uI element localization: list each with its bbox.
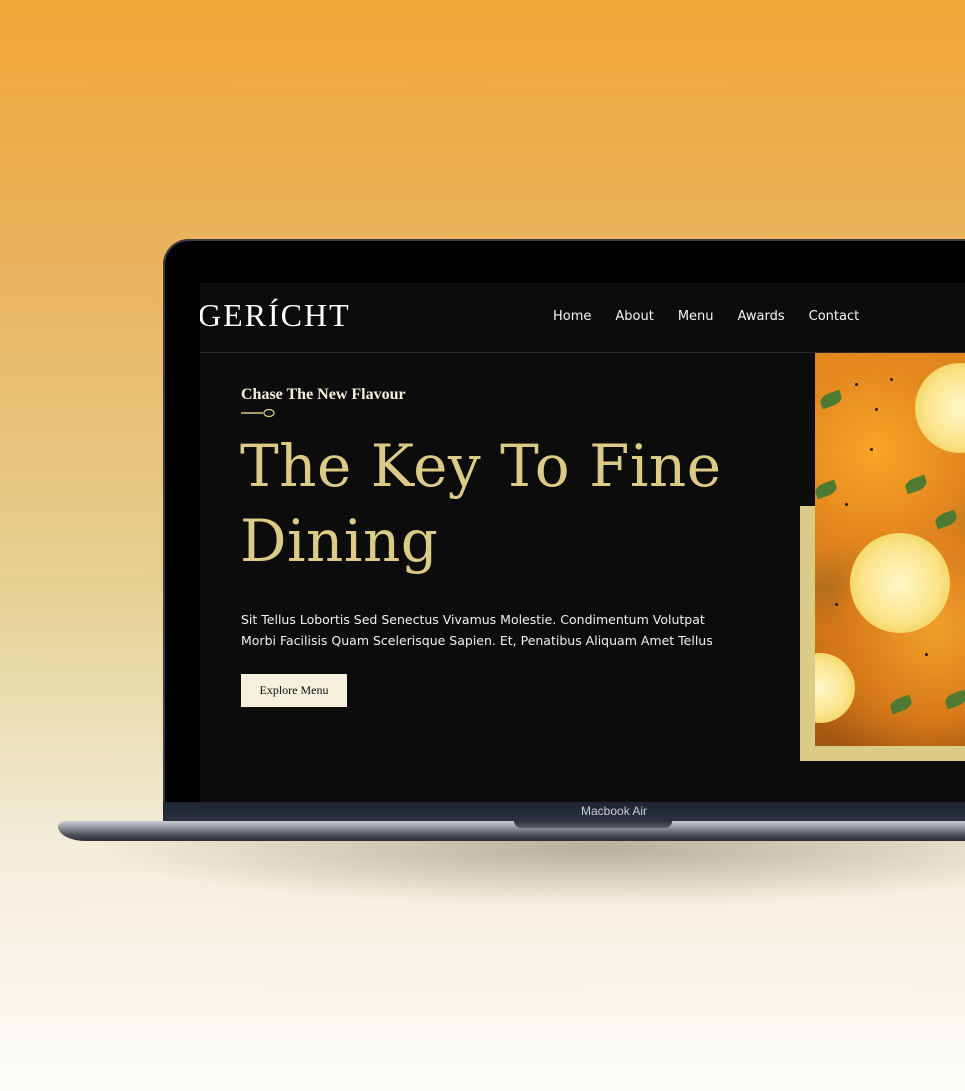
herb-leaf <box>888 694 914 715</box>
nav-menu[interactable]: Menu <box>678 309 714 324</box>
laptop-shadow <box>110 835 965 905</box>
laptop-chin: Macbook Air <box>163 802 965 821</box>
nav-about[interactable]: About <box>615 309 653 324</box>
hero-tagline: Chase The New Flavour <box>241 386 406 403</box>
site-logo[interactable]: GERÍCHT <box>200 297 351 334</box>
laptop-notch <box>514 821 672 828</box>
pepper-speck <box>855 383 858 386</box>
lemon-slice <box>915 363 965 453</box>
food-image <box>815 353 965 746</box>
nav-home[interactable]: Home <box>553 309 591 324</box>
lemon-slice <box>850 533 950 633</box>
spoon-icon <box>241 408 275 418</box>
nav-contact[interactable]: Contact <box>809 309 860 324</box>
pepper-speck <box>925 653 928 656</box>
herb-leaf <box>903 474 929 495</box>
laptop-base <box>58 821 965 841</box>
herb-leaf <box>933 509 959 530</box>
navbar: GERÍCHT Home About Menu Awards Contact <box>200 283 965 353</box>
laptop-lid: GERÍCHT Home About Menu Awards Contact C… <box>163 239 965 821</box>
pepper-speck <box>875 408 878 411</box>
herb-leaf <box>815 479 839 500</box>
nav-awards[interactable]: Awards <box>738 309 785 324</box>
pepper-speck <box>845 503 848 506</box>
device-label: Macbook Air <box>581 804 648 818</box>
explore-menu-button[interactable]: Explore Menu <box>241 674 347 707</box>
pepper-speck <box>870 448 873 451</box>
pepper-speck <box>890 378 893 381</box>
lemon-slice <box>815 653 855 723</box>
hero-description: Sit Tellus Lobortis Sed Senectus Vivamus… <box>241 612 713 648</box>
nav-links: Home About Menu Awards Contact <box>553 309 883 324</box>
herb-leaf <box>943 689 965 710</box>
hero-headline: The Key To Fine Dining <box>240 432 722 575</box>
herb-leaf <box>818 389 844 410</box>
pepper-speck <box>835 603 838 606</box>
laptop-screen: GERÍCHT Home About Menu Awards Contact C… <box>200 283 965 803</box>
